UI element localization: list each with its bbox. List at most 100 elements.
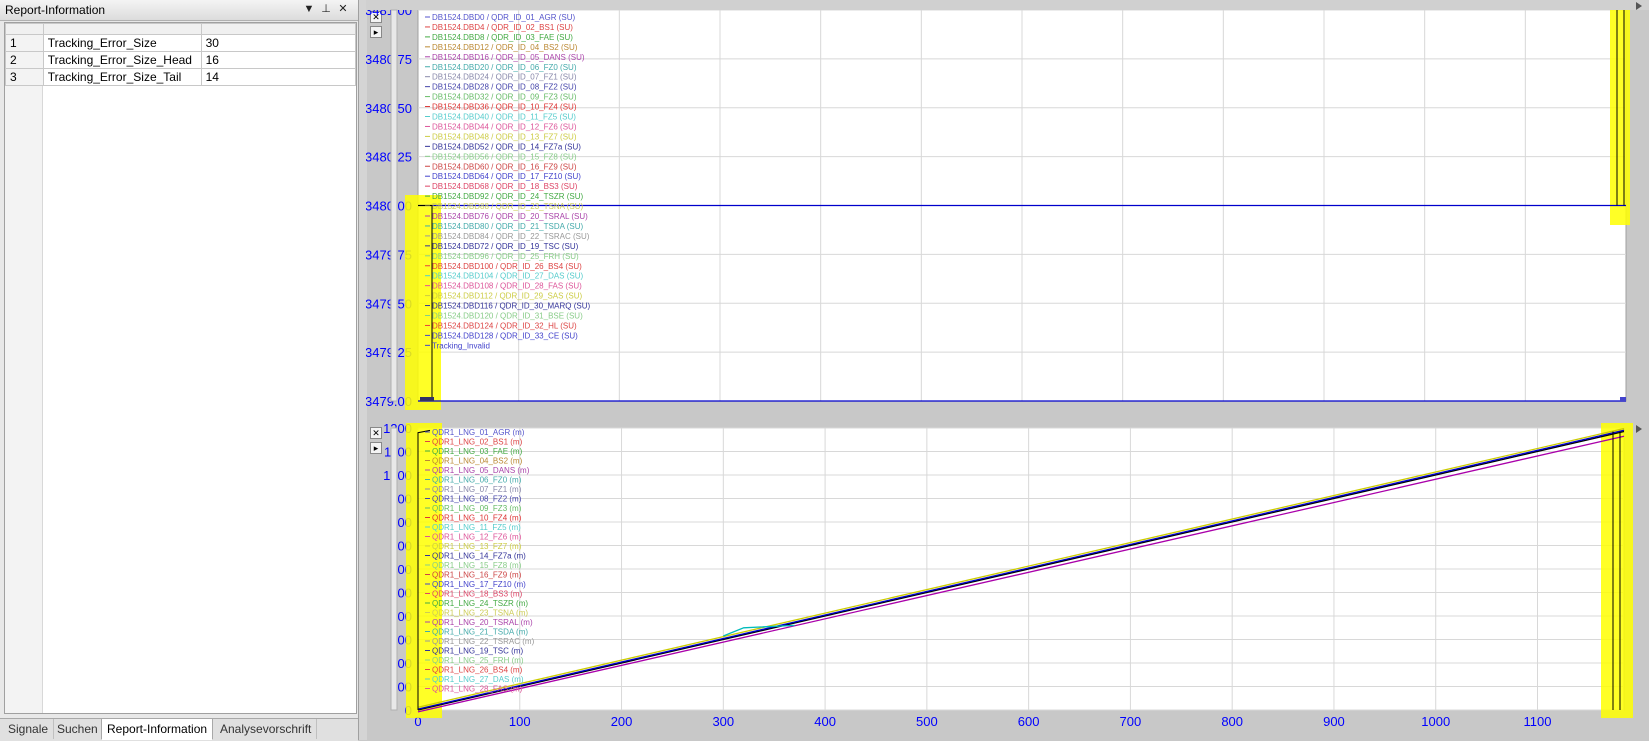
legend-entry[interactable]: QDR1_LNG_16_FZ9 (m) <box>432 571 522 580</box>
legend-entry[interactable]: DB1524.DBD128 / QDR_ID_33_CE (SU) <box>432 331 578 340</box>
header-cell-index <box>5 23 44 35</box>
table-row[interactable]: 1 Tracking_Error_Size 30 <box>5 34 357 52</box>
legend-entry[interactable]: DB1524.DBD32 / QDR_ID_09_FZ3 (SU) <box>432 93 577 102</box>
legend-entry[interactable]: DB1524.DBD108 / QDR_ID_28_FAS (SU) <box>432 282 582 291</box>
table-row[interactable]: 2 Tracking_Error_Size_Head 16 <box>5 51 357 69</box>
row-index-cell[interactable]: 1 <box>5 34 44 52</box>
legend-entry[interactable]: DB1524.DBD124 / QDR_ID_32_HL (SU) <box>432 321 577 330</box>
y-tick-label: 3480.50 <box>366 101 412 116</box>
legend-entry[interactable]: DB1524.DBD76 / QDR_ID_20_TSRAL (SU) <box>432 212 588 221</box>
legend-entry[interactable]: DB1524.DBD120 / QDR_ID_31_BSE (SU) <box>432 312 583 321</box>
x-tick-label: 500 <box>916 714 938 729</box>
dropdown-icon[interactable]: ▼ <box>302 2 316 16</box>
legend-entry[interactable]: DB1524.DBD60 / QDR_ID_16_FZ9 (SU) <box>432 162 577 171</box>
tab-suchen[interactable]: Suchen <box>52 719 104 739</box>
row-index-cell[interactable]: 3 <box>5 68 44 86</box>
legend-entry[interactable]: QDR1_LNG_01_AGR (m) <box>432 428 525 437</box>
tab-report-information[interactable]: Report-Information <box>101 719 214 740</box>
row-name-cell[interactable]: Tracking_Error_Size_Head <box>42 51 202 69</box>
legend-entry[interactable]: QDR1_LNG_24_TSZR (m) <box>432 599 528 608</box>
legend-entry[interactable]: DB1524.DBD80 / QDR_ID_21_TSDA (SU) <box>432 222 584 231</box>
panel-title: Report-Information <box>5 3 106 17</box>
legend-entry[interactable]: QDR1_LNG_23_TSNA (m) <box>432 609 528 618</box>
legend-entry[interactable]: QDR1_LNG_22_TSRAC (m) <box>432 637 535 646</box>
report-table-area: 1 Tracking_Error_Size 30 2 Tracking_Error_Si… <box>4 22 357 714</box>
legend-entry[interactable]: DB1524.DBD0 / QDR_ID_01_AGR (SU) <box>432 13 576 22</box>
legend-entry[interactable]: DB1524.DBD112 / QDR_ID_29_SAS (SU) <box>432 292 582 301</box>
legend-entry[interactable]: QDR1_LNG_09_FZ3 (m) <box>432 504 522 513</box>
x-tick-label: 400 <box>814 714 836 729</box>
legend-entry[interactable]: DB1524.DBD96 / QDR_ID_25_FRH (SU) <box>432 252 579 261</box>
legend-entry[interactable]: QDR1_LNG_11_FZ5 (m) <box>432 523 521 532</box>
legend-entry[interactable]: QDR1_LNG_10_FZ4 (m) <box>432 514 522 523</box>
legend-entry[interactable]: DB1524.DBD88 / QDR_ID_23_TSNA (SU) <box>432 202 584 211</box>
highlight-region-tail <box>1610 10 1630 225</box>
legend-entry[interactable]: QDR1_LNG_03_FAE (m) <box>432 447 523 456</box>
left-scrollbar[interactable] <box>390 9 398 402</box>
legend-entry[interactable]: QDR1_LNG_04_BS2 (m) <box>432 457 523 466</box>
legend-entry[interactable]: DB1524.DBD24 / QDR_ID_07_FZ1 (SU) <box>432 73 577 82</box>
legend-entry[interactable]: DB1524.DBD44 / QDR_ID_12_FZ6 (SU) <box>432 122 577 131</box>
legend-entry[interactable]: DB1524.DBD20 / QDR_ID_06_FZ0 (SU) <box>432 63 577 72</box>
cursor-marker-icon[interactable] <box>1636 425 1642 433</box>
legend-entry[interactable]: DB1524.DBD36 / QDR_ID_10_FZ4 (SU) <box>432 103 577 112</box>
legend-entry[interactable]: QDR1_LNG_18_BS3 (m) <box>432 590 523 599</box>
legend-entry[interactable]: DB1524.DBD56 / QDR_ID_15_FZ8 (SU) <box>432 152 577 161</box>
table-header-row <box>5 23 357 35</box>
legend-entry[interactable]: DB1524.DBD8 / QDR_ID_03_FAE (SU) <box>432 33 573 42</box>
row-name-cell[interactable]: Tracking_Error_Size_Tail <box>42 68 202 86</box>
legend-entry[interactable]: DB1524.DBD84 / QDR_ID_22_TSRAC (SU) <box>432 232 590 241</box>
legend-entry[interactable]: QDR1_LNG_15_FZ8 (m) <box>432 561 522 570</box>
legend-entry[interactable]: DB1524.DBD116 / QDR_ID_30_MARQ (SU) <box>432 302 590 311</box>
legend-entry[interactable]: DB1524.DBD92 / QDR_ID_24_TSZR (SU) <box>432 192 584 201</box>
legend-entry[interactable]: DB1524.DBD12 / QDR_ID_04_BS2 (SU) <box>432 43 578 52</box>
legend-entry[interactable]: DB1524.DBD40 / QDR_ID_11_FZ5 (SU) <box>432 113 576 122</box>
tab-signale[interactable]: Signale <box>3 719 55 739</box>
chart-top-svg[interactable]: 3481.003480.753480.503480.253480.003479.… <box>366 0 1649 417</box>
legend-entry[interactable]: DB1524.DBD16 / QDR_ID_05_DANS (SU) <box>432 53 585 62</box>
pin-icon[interactable]: ⊥ <box>319 2 333 16</box>
legend-entry[interactable]: DB1524.DBD100 / QDR_ID_26_BS4 (SU) <box>432 262 582 271</box>
chart-bottom-svg[interactable]: 0 100 200 300 400 500 600 700 800 900 1000 11001200… <box>366 423 1649 740</box>
legend-entry[interactable]: QDR1_LNG_14_FZ7a (m) <box>432 552 526 561</box>
legend-entry[interactable]: QDR1_LNG_19_TSC (m) <box>432 647 523 656</box>
x-tick-label: 700 <box>1120 714 1142 729</box>
tab-analysevorschrift[interactable]: Analysevorschrift <box>215 719 318 739</box>
legend-entry[interactable]: QDR1_LNG_07_FZ1 (m) <box>432 485 522 494</box>
legend-entry[interactable]: DB1524.DBD48 / QDR_ID_13_FZ7 (SU) <box>432 132 577 141</box>
legend-entry[interactable]: QDR1_LNG_26_BS4 (m) <box>432 666 523 675</box>
legend-entry[interactable]: QDR1_LNG_02_BS1 (m) <box>432 438 523 447</box>
legend-entry[interactable]: QDR1_LNG_28_FAS (m) <box>432 685 523 694</box>
legend-entry[interactable]: QDR1_LNG_27_DAS (m) <box>432 675 524 684</box>
legend-entry[interactable]: DB1524.DBD28 / QDR_ID_08_FZ2 (SU) <box>432 83 577 92</box>
table-row[interactable]: 3 Tracking_Error_Size_Tail 14 <box>5 68 357 86</box>
row-value-cell[interactable]: 14 <box>200 68 357 86</box>
x-tick-label: 800 <box>1221 714 1243 729</box>
row-index-cell[interactable]: 2 <box>5 51 44 69</box>
legend-entry[interactable]: DB1524.DBD72 / QDR_ID_19_TSC (SU) <box>432 242 579 251</box>
legend-entry[interactable]: DB1524.DBD64 / QDR_ID_17_FZ10 (SU) <box>432 172 581 181</box>
legend-entry[interactable]: Tracking_Invalid <box>432 341 490 350</box>
top-border-bar <box>366 0 1649 10</box>
legend-entry[interactable]: DB1524.DBD4 / QDR_ID_02_BS1 (SU) <box>432 23 573 32</box>
row-value-cell[interactable]: 30 <box>200 34 357 52</box>
legend-entry[interactable]: QDR1_LNG_17_FZ10 (m) <box>432 580 526 589</box>
legend-entry[interactable]: DB1524.DBD52 / QDR_ID_14_FZ7a (SU) <box>432 142 581 151</box>
y-tick-label: 3480.25 <box>366 150 412 165</box>
x-tick-label: 900 <box>1323 714 1345 729</box>
legend-entry[interactable]: QDR1_LNG_25_FRH (m) <box>432 656 524 665</box>
legend-entry[interactable]: DB1524.DBD104 / QDR_ID_27_DAS (SU) <box>432 272 584 281</box>
legend-entry[interactable]: QDR1_LNG_05_DANS (m) <box>432 466 530 475</box>
x-tick-label: 1000 <box>1421 714 1450 729</box>
legend-entry[interactable]: QDR1_LNG_21_TSDA (m) <box>432 628 528 637</box>
legend-entry[interactable]: QDR1_LNG_12_FZ6 (m) <box>432 533 522 542</box>
row-value-cell[interactable]: 16 <box>200 51 357 69</box>
left-scrollbar[interactable] <box>390 427 398 711</box>
legend-entry[interactable]: QDR1_LNG_20_TSRAL (m) <box>432 618 533 627</box>
legend-entry[interactable]: QDR1_LNG_13_FZ7 (m) <box>432 542 522 551</box>
legend-entry[interactable]: QDR1_LNG_06_FZ0 (m) <box>432 476 522 485</box>
row-name-cell[interactable]: Tracking_Error_Size <box>42 34 202 52</box>
close-icon[interactable]: ✕ <box>336 2 350 16</box>
legend-entry[interactable]: QDR1_LNG_08_FZ2 (m) <box>432 495 522 504</box>
legend-entry[interactable]: DB1524.DBD68 / QDR_ID_18_BS3 (SU) <box>432 182 578 191</box>
